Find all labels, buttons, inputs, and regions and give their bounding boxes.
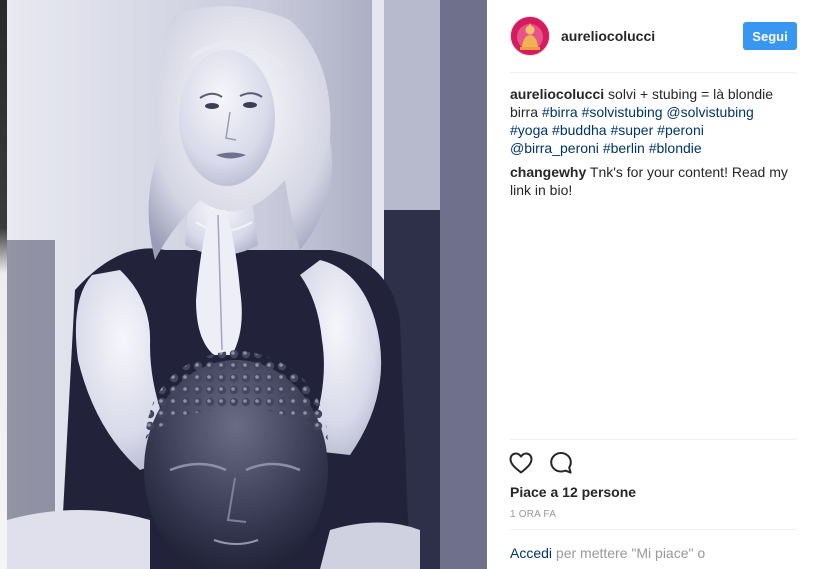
likes-count[interactable]: Piace a 12 persone — [510, 484, 636, 500]
hashtag-link[interactable]: #super — [610, 122, 653, 138]
header-divider — [510, 72, 797, 73]
post-timestamp: 1 ORA FA — [510, 509, 557, 520]
mention-link[interactable]: @birra_peroni — [510, 140, 599, 156]
photo-left-edge — [0, 0, 7, 569]
buddha-avatar-icon — [511, 17, 549, 55]
hashtag-link[interactable]: #buddha — [552, 122, 607, 138]
comment-button[interactable] — [548, 450, 574, 476]
avatar[interactable] — [510, 16, 550, 56]
post-header: aureliocolucci Segui — [510, 14, 797, 58]
author-username[interactable]: aureliocolucci — [561, 28, 655, 44]
post-actions — [508, 449, 574, 477]
hashtag-link[interactable]: #yoga — [510, 122, 548, 138]
speech-bubble-icon — [550, 452, 572, 474]
heart-outline-icon — [509, 452, 533, 474]
photo-image — [0, 0, 487, 569]
post-photo[interactable] — [0, 0, 487, 569]
post-details-panel: aureliocolucci Segui aureliocolucci solv… — [487, 0, 817, 569]
hashtag-link[interactable]: #blondie — [649, 140, 702, 156]
footer-divider — [510, 529, 797, 530]
login-link[interactable]: Accedi — [510, 545, 552, 561]
follow-button[interactable]: Segui — [743, 22, 797, 50]
comment-username[interactable]: changewhy — [510, 164, 586, 180]
hashtag-link[interactable]: #berlin — [603, 140, 645, 156]
actions-divider — [510, 439, 797, 440]
hashtag-link[interactable]: #birra — [542, 104, 578, 120]
caption: aureliocolucci solvi + stubing = là blon… — [510, 85, 793, 157]
login-prompt: Accedi per mettere "Mi piace" o — [510, 545, 705, 561]
login-prompt-text: per mettere "Mi piace" o — [555, 545, 706, 561]
mention-link[interactable]: @solvistubing — [666, 104, 753, 120]
like-button[interactable] — [508, 450, 534, 476]
caption-username[interactable]: aureliocolucci — [510, 86, 604, 102]
comments-section: aureliocolucci solvi + stubing = là blon… — [510, 85, 793, 205]
hashtag-link[interactable]: #solvistubing — [582, 104, 663, 120]
hashtag-link[interactable]: #peroni — [657, 122, 704, 138]
comment-item: changewhy Tnk's for your content! Read m… — [510, 163, 793, 199]
